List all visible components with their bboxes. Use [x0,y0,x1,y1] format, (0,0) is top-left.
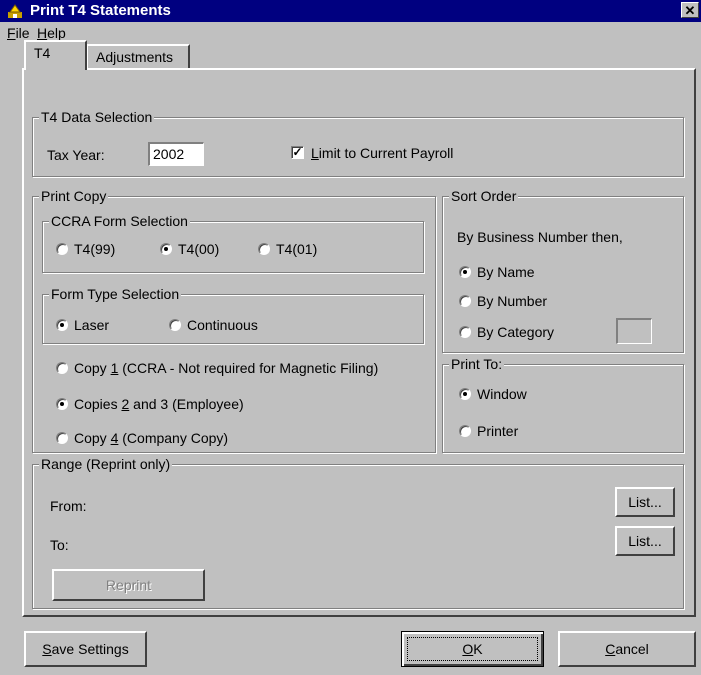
tax-year-label: Tax Year: [47,147,105,163]
radio-by-name-label[interactable]: By Name [477,263,535,281]
radio-by-category-label[interactable]: By Category [477,323,554,341]
tab-adjustments-label: Adjustments [96,49,174,65]
radio-by-category[interactable] [459,326,471,338]
tax-year-input[interactable]: 2002 [148,142,204,166]
tab-t4[interactable]: T4 [24,40,87,70]
t4-data-selection-group: T4 Data Selection Tax Year: 2002 ✓ Limit… [32,108,684,177]
t4-data-selection-legend: T4 Data Selection [39,108,155,126]
range-to-list-button[interactable]: List... [615,526,675,556]
checkmark-icon: ✓ [292,145,303,159]
range-group: Range (Reprint only) From: To: List... L… [32,455,684,609]
radio-window[interactable] [459,388,471,400]
radio-laser-label[interactable]: Laser [74,316,109,334]
sort-order-legend: Sort Order [449,187,519,205]
cancel-button[interactable]: Cancel [558,631,696,667]
radio-t4-99-label[interactable]: T4(99) [74,240,115,258]
radio-copies-2-3-label[interactable]: Copies 2 and 3 (Employee) [74,395,244,413]
category-field[interactable] [616,318,652,344]
ccra-form-selection-group: CCRA Form Selection T4(99) T4(00) T4(01) [42,212,424,273]
tab-adjustments[interactable]: Adjustments [86,44,190,70]
radio-copy-1[interactable] [56,362,68,374]
limit-to-current-payroll-checkbox[interactable]: ✓ [291,146,304,159]
radio-copy-4-label[interactable]: Copy 4 (Company Copy) [74,429,228,447]
radio-printer-label[interactable]: Printer [477,422,518,440]
tab-t4-label: T4 [34,45,51,61]
radio-by-number[interactable] [459,295,471,307]
radio-continuous[interactable] [169,319,181,331]
limit-to-current-payroll-label[interactable]: Limit to Current Payroll [311,144,453,162]
radio-by-number-label[interactable]: By Number [477,292,547,310]
radio-by-name[interactable] [459,266,471,278]
menu-bar: File Help [0,22,701,44]
sort-order-caption: By Business Number then, [457,229,623,245]
radio-laser[interactable] [56,319,68,331]
focus-indicator [407,637,538,661]
reprint-button[interactable]: Reprint [52,569,205,601]
window-title: Print T4 Statements [30,2,171,19]
range-from-label: From: [50,498,87,514]
radio-t4-00[interactable] [160,243,172,255]
range-to-label: To: [50,537,69,553]
print-copy-legend: Print Copy [39,187,109,205]
radio-copies-2-3[interactable] [56,398,68,410]
form-type-selection-legend: Form Type Selection [49,285,182,303]
radio-t4-01-label[interactable]: T4(01) [276,240,317,258]
print-to-group: Print To: Window Printer [442,355,684,453]
range-legend: Range (Reprint only) [39,455,173,473]
radio-t4-99[interactable] [56,243,68,255]
radio-copy-4[interactable] [56,432,68,444]
ccra-form-selection-legend: CCRA Form Selection [49,212,190,230]
title-bar: Print T4 Statements ✕ [0,0,701,22]
radio-continuous-label[interactable]: Continuous [187,316,258,334]
save-settings-button[interactable]: Save Settings [24,631,147,667]
form-type-selection-group: Form Type Selection Laser Continuous [42,285,424,344]
close-button[interactable]: ✕ [681,2,699,18]
radio-window-label[interactable]: Window [477,385,527,403]
ok-button[interactable]: OK [401,631,544,667]
app-icon [8,4,22,18]
close-icon: ✕ [684,3,696,18]
radio-t4-01[interactable] [258,243,270,255]
radio-copy-1-label[interactable]: Copy 1 (CCRA - Not required for Magnetic… [74,359,378,377]
radio-printer[interactable] [459,425,471,437]
print-to-legend: Print To: [449,355,505,373]
sort-order-group: Sort Order By Business Number then, By N… [442,187,684,353]
range-from-list-button[interactable]: List... [615,487,675,517]
radio-t4-00-label[interactable]: T4(00) [178,240,219,258]
